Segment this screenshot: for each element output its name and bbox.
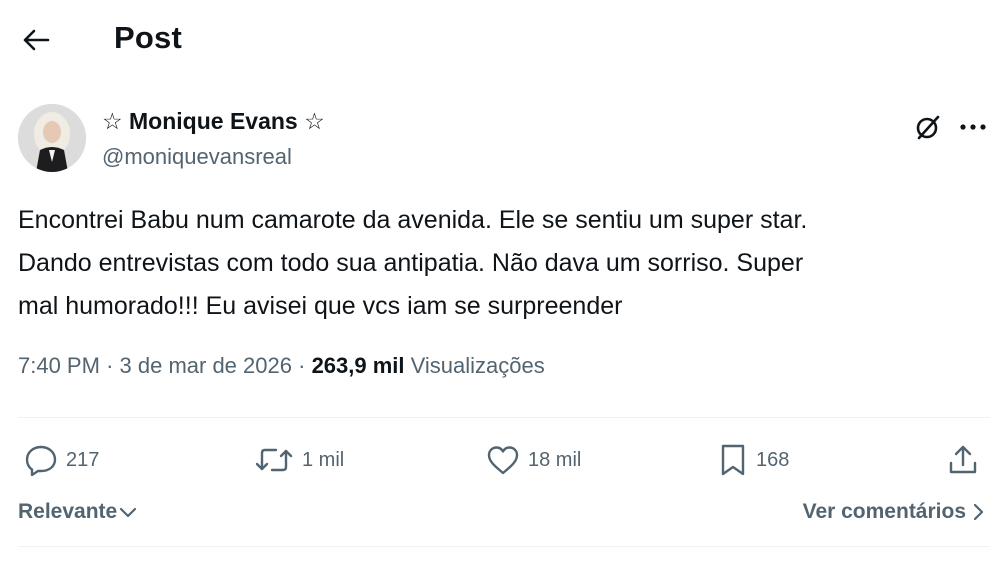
sort-label: Relevante bbox=[18, 500, 118, 523]
repost-icon bbox=[255, 448, 293, 472]
page-title: Post bbox=[114, 20, 182, 55]
author-handle[interactable]: @moniquevansreal bbox=[102, 144, 292, 170]
views-count: 263,9 mil bbox=[311, 353, 405, 378]
post-text: Encontrei Babu num camarote da avenida. … bbox=[18, 206, 808, 320]
reply-icon bbox=[25, 445, 57, 476]
share-button[interactable] bbox=[946, 440, 980, 480]
arrow-left-icon bbox=[23, 29, 50, 51]
meta-separator: · bbox=[106, 353, 114, 378]
reply-count: 217 bbox=[66, 448, 100, 471]
divider bbox=[18, 546, 990, 547]
bookmark-icon bbox=[721, 444, 745, 476]
chevron-right-icon bbox=[973, 503, 984, 521]
repost-count: 1 mil bbox=[302, 448, 345, 471]
views-label: Visualizações bbox=[410, 353, 545, 378]
like-count: 18 mil bbox=[528, 448, 582, 471]
sort-dropdown[interactable]: Relevante bbox=[18, 500, 137, 524]
chevron-down-icon bbox=[120, 507, 137, 518]
post-meta: 7:40 PM · 3 de mar de 2026 · 263,9 mil V… bbox=[18, 353, 545, 379]
bookmark-button[interactable]: 168 bbox=[718, 440, 789, 480]
see-comments-link[interactable]: Ver comentários bbox=[803, 500, 984, 524]
avatar[interactable] bbox=[18, 104, 86, 172]
repost-button[interactable]: 1 mil bbox=[254, 440, 344, 480]
like-button[interactable]: 18 mil bbox=[486, 440, 581, 480]
author-display-name[interactable]: ☆ Monique Evans ☆ bbox=[102, 108, 325, 135]
reply-button[interactable]: 217 bbox=[24, 440, 99, 480]
grok-icon bbox=[916, 115, 940, 140]
heart-icon bbox=[487, 446, 519, 475]
top-bar: Post bbox=[0, 0, 1000, 80]
divider bbox=[18, 417, 990, 418]
see-comments-label: Ver comentários bbox=[802, 500, 966, 523]
back-button[interactable] bbox=[20, 22, 52, 58]
more-horizontal-icon bbox=[960, 124, 986, 130]
more-options-button[interactable] bbox=[956, 110, 990, 144]
grok-button[interactable] bbox=[911, 110, 945, 144]
share-icon bbox=[949, 445, 977, 474]
meta-separator: · bbox=[298, 353, 306, 378]
post-author: ☆ Monique Evans ☆ @moniquevansreal bbox=[18, 104, 986, 176]
bookmark-count: 168 bbox=[756, 448, 790, 471]
post-time[interactable]: 7:40 PM bbox=[18, 353, 100, 378]
avatar-photo bbox=[18, 104, 86, 172]
post-date[interactable]: 3 de mar de 2026 bbox=[120, 353, 292, 378]
